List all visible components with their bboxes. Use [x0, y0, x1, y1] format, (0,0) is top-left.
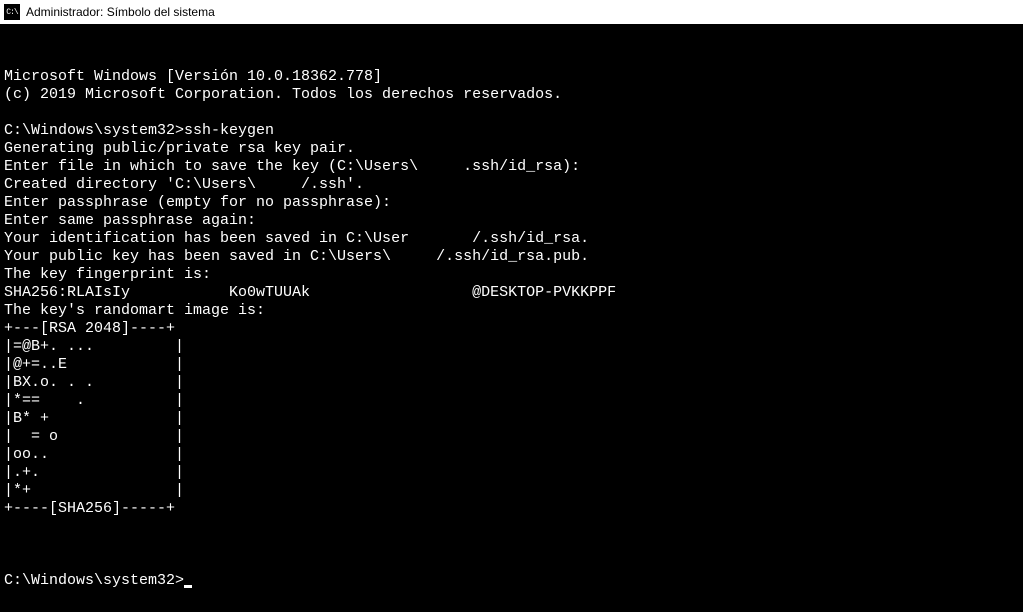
terminal-output[interactable]: Microsoft Windows [Versión 10.0.18362.77…	[0, 24, 1023, 612]
terminal-line: Enter same passphrase again:	[4, 212, 1019, 230]
terminal-line: Microsoft Windows [Versión 10.0.18362.77…	[4, 68, 1019, 86]
cursor	[184, 585, 192, 588]
terminal-line: Your identification has been saved in C:…	[4, 230, 1019, 248]
terminal-line	[4, 104, 1019, 122]
terminal-line: +---[RSA 2048]----+	[4, 320, 1019, 338]
terminal-lines: Microsoft Windows [Versión 10.0.18362.77…	[4, 68, 1019, 536]
terminal-line: |oo.. |	[4, 446, 1019, 464]
terminal-line: Created directory 'C:\Users\ /.ssh'.	[4, 176, 1019, 194]
terminal-line: Enter file in which to save the key (C:\…	[4, 158, 1019, 176]
terminal-line: Your public key has been saved in C:\Use…	[4, 248, 1019, 266]
terminal-line: |.+. |	[4, 464, 1019, 482]
terminal-line: | = o |	[4, 428, 1019, 446]
terminal-line: The key fingerprint is:	[4, 266, 1019, 284]
terminal-line: +----[SHA256]-----+	[4, 500, 1019, 518]
terminal-line: (c) 2019 Microsoft Corporation. Todos lo…	[4, 86, 1019, 104]
terminal-line: SHA256:RLAIsIy Ko0wTUUAk @DESKTOP-PVKKPP…	[4, 284, 1019, 302]
terminal-line: C:\Windows\system32>ssh-keygen	[4, 122, 1019, 140]
terminal-line: |*== . |	[4, 392, 1019, 410]
cmd-icon: C:\	[4, 4, 20, 20]
terminal-line: Generating public/private rsa key pair.	[4, 140, 1019, 158]
terminal-line: |*+ |	[4, 482, 1019, 500]
terminal-line: |@+=..E |	[4, 356, 1019, 374]
terminal-line: |B* + |	[4, 410, 1019, 428]
terminal-line: Enter passphrase (empty for no passphras…	[4, 194, 1019, 212]
terminal-line	[4, 518, 1019, 536]
window-title-bar[interactable]: C:\ Administrador: Símbolo del sistema	[0, 0, 1023, 24]
terminal-line: |=@B+. ... |	[4, 338, 1019, 356]
terminal-line: The key's randomart image is:	[4, 302, 1019, 320]
terminal-line: |BX.o. . . |	[4, 374, 1019, 392]
window-title: Administrador: Símbolo del sistema	[26, 5, 215, 19]
